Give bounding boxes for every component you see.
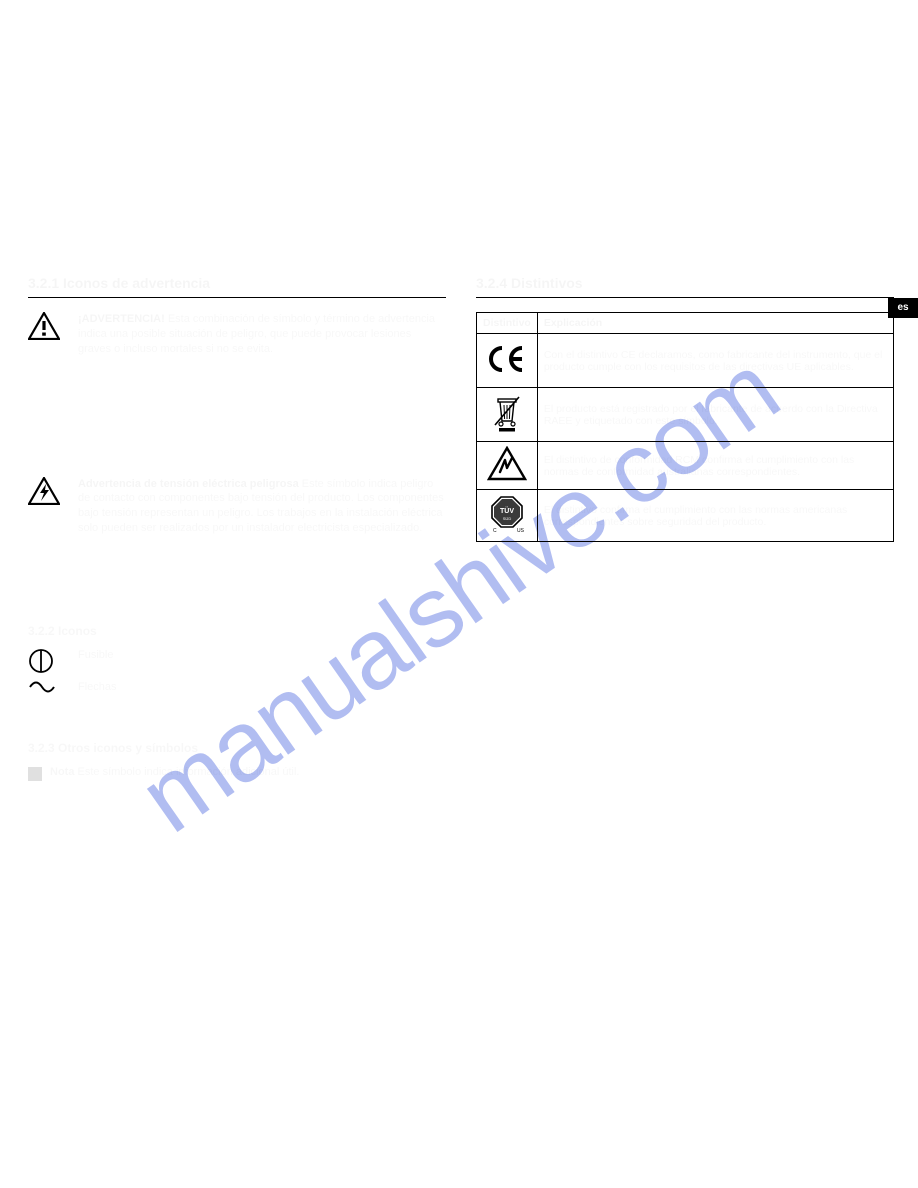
ce-mark-icon — [477, 334, 538, 388]
svg-text:US: US — [517, 528, 525, 534]
section-heading-warning-icons: 3.2.1 Iconos de advertencia — [28, 275, 446, 298]
note-icon — [28, 767, 42, 781]
th-mark: Distintivo — [477, 313, 538, 334]
fuse-label: Fusible — [78, 648, 446, 663]
weee-icon — [477, 388, 538, 442]
table-header-row: Distintivo Explicación — [477, 313, 894, 334]
language-tab: es — [888, 298, 918, 318]
weee-text: El producto está registrado por el fabri… — [537, 388, 893, 442]
fuse-row: Fusible — [28, 648, 446, 674]
warning-voltage-text: Advertencia de tensión eléctrica peligro… — [78, 477, 446, 536]
rcm-text: El distintivo de conformidad RCM confirm… — [537, 442, 893, 490]
arrow-row: Flechas — [28, 680, 446, 695]
voltage-lead: Advertencia de tensión eléctrica peligro… — [78, 478, 299, 490]
warning-general-row: ¡ADVERTENCIA! Esta combinación de símbol… — [28, 312, 446, 357]
note-body: Este símbolo indica información adiciona… — [78, 766, 300, 778]
marks-table: Distintivo Explicación Con el distintivo… — [476, 312, 894, 542]
warning-lead: ¡ADVERTENCIA! — [78, 313, 165, 325]
tuv-icon: TÜV SÜD C US — [477, 490, 538, 542]
svg-text:SÜD: SÜD — [503, 516, 512, 521]
fuse-icon — [28, 648, 68, 674]
page-content: 3.2.1 Iconos de advertencia ¡ADVERTENCIA… — [28, 275, 890, 781]
note-lead: Nota — [50, 766, 74, 778]
note-text: Nota Este símbolo indica información adi… — [50, 765, 446, 780]
table-row: El distintivo de conformidad RCM confirm… — [477, 442, 894, 490]
table-row: El producto está registrado por el fabri… — [477, 388, 894, 442]
section-heading-other: 3.2.3 Otros iconos y símbolos — [28, 741, 446, 757]
table-row: TÜV SÜD C US El distintivo confirma el c… — [477, 490, 894, 542]
svg-text:TÜV: TÜV — [500, 506, 514, 515]
rcm-icon — [477, 442, 538, 490]
ce-text: Con el distintivo CE declaramos, como fa… — [537, 334, 893, 388]
svg-text:C: C — [493, 528, 497, 534]
left-column: 3.2.1 Iconos de advertencia ¡ADVERTENCIA… — [28, 275, 446, 781]
right-column: 3.2.4 Distintivos Distintivo Explicación… — [476, 275, 894, 781]
warning-voltage-row: Advertencia de tensión eléctrica peligro… — [28, 477, 446, 536]
arrow-label: Flechas — [78, 680, 446, 695]
th-explanation: Explicación — [537, 313, 893, 334]
high-voltage-icon — [28, 477, 68, 505]
table-row: Con el distintivo CE declaramos, como fa… — [477, 334, 894, 388]
sine-arrow-icon — [28, 680, 68, 694]
warning-general-text: ¡ADVERTENCIA! Esta combinación de símbol… — [78, 312, 446, 357]
warning-triangle-icon — [28, 312, 68, 340]
tuv-text: El distintivo confirma el cumplimiento c… — [537, 490, 893, 542]
section-heading-icons: 3.2.2 Iconos — [28, 624, 446, 640]
note-row: Nota Este símbolo indica información adi… — [28, 765, 446, 781]
section-heading-marks: 3.2.4 Distintivos — [476, 275, 894, 298]
